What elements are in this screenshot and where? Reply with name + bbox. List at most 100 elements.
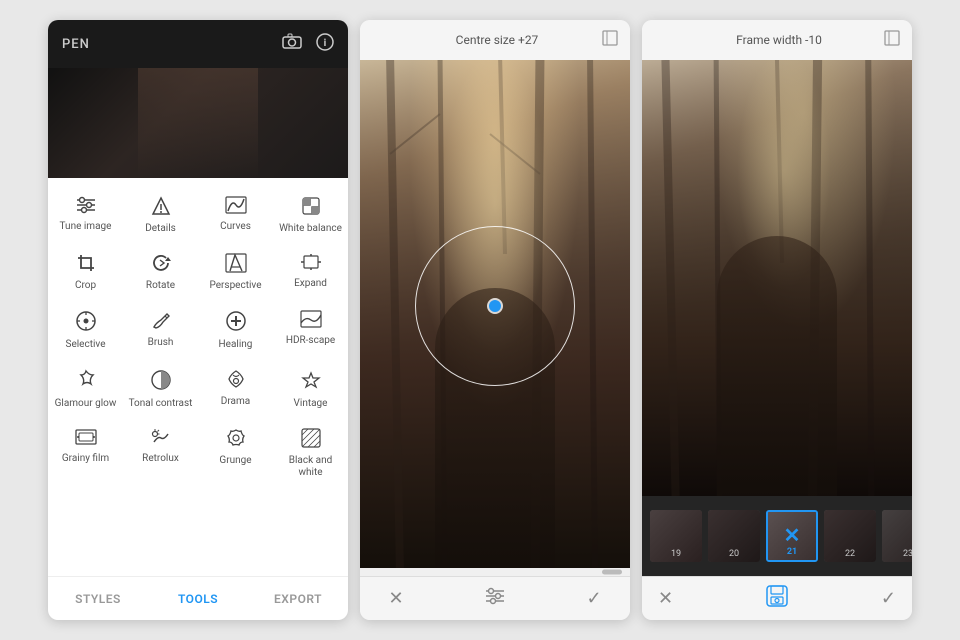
tool-row-5: Grainy film Retrolux [48,420,348,485]
glamour-icon [75,369,97,394]
vintage-label: Vintage [294,398,328,410]
export-nav-item[interactable]: EXPORT [248,577,348,620]
tool-grainyfilm[interactable]: Grainy film [48,420,123,485]
app-title: PEN [62,37,90,52]
grunge-label: Grunge [219,455,251,467]
tool-drama[interactable]: Drama [198,361,273,416]
right-cancel-button[interactable]: ✕ [658,588,673,609]
tool-row-2: Crop Rotate [48,245,348,298]
retrolux-label: Retrolux [142,453,179,465]
adjust-button[interactable] [479,587,511,610]
right-photo [642,60,912,496]
vintage-icon [300,369,322,394]
tool-whitebalance[interactable]: White balance [273,188,348,241]
bw-icon [301,428,321,451]
tool-vintage[interactable]: Vintage [273,361,348,416]
right-expand-icon[interactable] [884,30,900,50]
curves-icon [225,196,247,217]
tune-label: Tune image [60,221,112,233]
top-icons: i [282,33,334,56]
tool-tonal[interactable]: Tonal contrast [123,361,198,416]
photo-bg-right [642,60,912,496]
confirm-button[interactable]: ✓ [578,588,610,609]
image-preview [48,68,348,178]
expand-icon [300,253,322,274]
tune-icon [75,196,97,217]
film-thumb-20[interactable]: 20 [708,510,760,562]
cancel-button[interactable]: ✕ [380,588,412,609]
right-panel-header: Frame width -10 [642,20,912,60]
details-icon [151,196,171,219]
tool-selective[interactable]: Selective [48,302,123,357]
film-strip: 19 20 21 22 23 [642,496,912,576]
middle-phone-panel: Centre size +27 [360,20,630,620]
right-confirm-button[interactable]: ✓ [881,588,896,609]
brush-label: Brush [148,337,174,349]
middle-bottom-bar: ✕ ✓ [360,576,630,620]
details-label: Details [145,223,176,235]
selective-label: Selective [66,339,106,351]
tool-details[interactable]: Details [123,188,198,241]
tool-bw[interactable]: Black and white [273,420,348,485]
tool-perspective[interactable]: Perspective [198,245,273,298]
crop-label: Crop [75,280,96,292]
expand-label: Expand [294,278,327,290]
retrolux-icon [150,428,172,449]
drama-icon [225,369,247,392]
tool-healing[interactable]: Healing [198,302,273,357]
rotate-icon [151,253,171,276]
tool-curves[interactable]: Curves [198,188,273,241]
film-thumb-22[interactable]: 22 [824,510,876,562]
hdrscape-icon [300,310,322,331]
middle-expand-icon[interactable] [602,30,618,50]
crop-icon [76,253,96,276]
top-bar: PEN i [48,20,348,68]
save-button[interactable] [765,584,789,613]
tool-row-1: Tune image Details [48,188,348,241]
film-thumb-19[interactable]: 19 [650,510,702,562]
film-thumb-22-num: 22 [845,549,855,559]
brush-icon [151,310,171,333]
rotate-label: Rotate [146,280,175,292]
tool-tune[interactable]: Tune image [48,188,123,241]
camera-icon[interactable] [282,33,302,56]
grainyfilm-icon [75,428,97,449]
tool-brush[interactable]: Brush [123,302,198,357]
grainyfilm-label: Grainy film [62,453,109,465]
film-thumb-21[interactable]: 21 [766,510,818,562]
healing-icon [225,310,247,335]
tool-crop[interactable]: Crop [48,245,123,298]
middle-panel-title: Centre size +27 [392,33,602,47]
drama-label: Drama [221,396,250,408]
bw-label: Black and white [277,455,344,479]
tonal-label: Tonal contrast [129,398,193,410]
glamour-label: Glamour glow [55,398,117,410]
styles-nav-item[interactable]: STYLES [48,577,148,620]
wb-icon [301,196,321,219]
selective-icon [75,310,97,335]
curves-label: Curves [220,221,251,233]
hdrscape-label: HDR-scape [286,335,335,347]
info-icon[interactable]: i [316,33,334,56]
tool-glamour[interactable]: Glamour glow [48,361,123,416]
vignette-circle[interactable] [415,226,575,386]
svg-text:i: i [324,38,327,49]
left-phone-panel: PEN i [48,20,348,620]
perspective-label: Perspective [209,280,261,292]
middle-panel-header: Centre size +27 [360,20,630,60]
tool-expand[interactable]: Expand [273,245,348,298]
film-thumb-23-num: 23 [903,549,912,559]
film-thumb-23[interactable]: 23 [882,510,912,562]
tool-retrolux[interactable]: Retrolux [123,420,198,485]
healing-label: Healing [219,339,253,351]
tool-grunge[interactable]: Grunge [198,420,273,485]
tool-rotate[interactable]: Rotate [123,245,198,298]
film-thumb-21-num: 21 [787,547,797,557]
tool-row-4: Glamour glow Tonal contrast [48,361,348,416]
tools-nav-item[interactable]: TOOLS [148,577,248,620]
grunge-icon [225,428,247,451]
circle-center-dot[interactable] [489,300,501,312]
right-panel-title: Frame width -10 [674,33,884,47]
tool-row-3: Selective Brush [48,302,348,357]
tool-hdrscape[interactable]: HDR-scape [273,302,348,357]
